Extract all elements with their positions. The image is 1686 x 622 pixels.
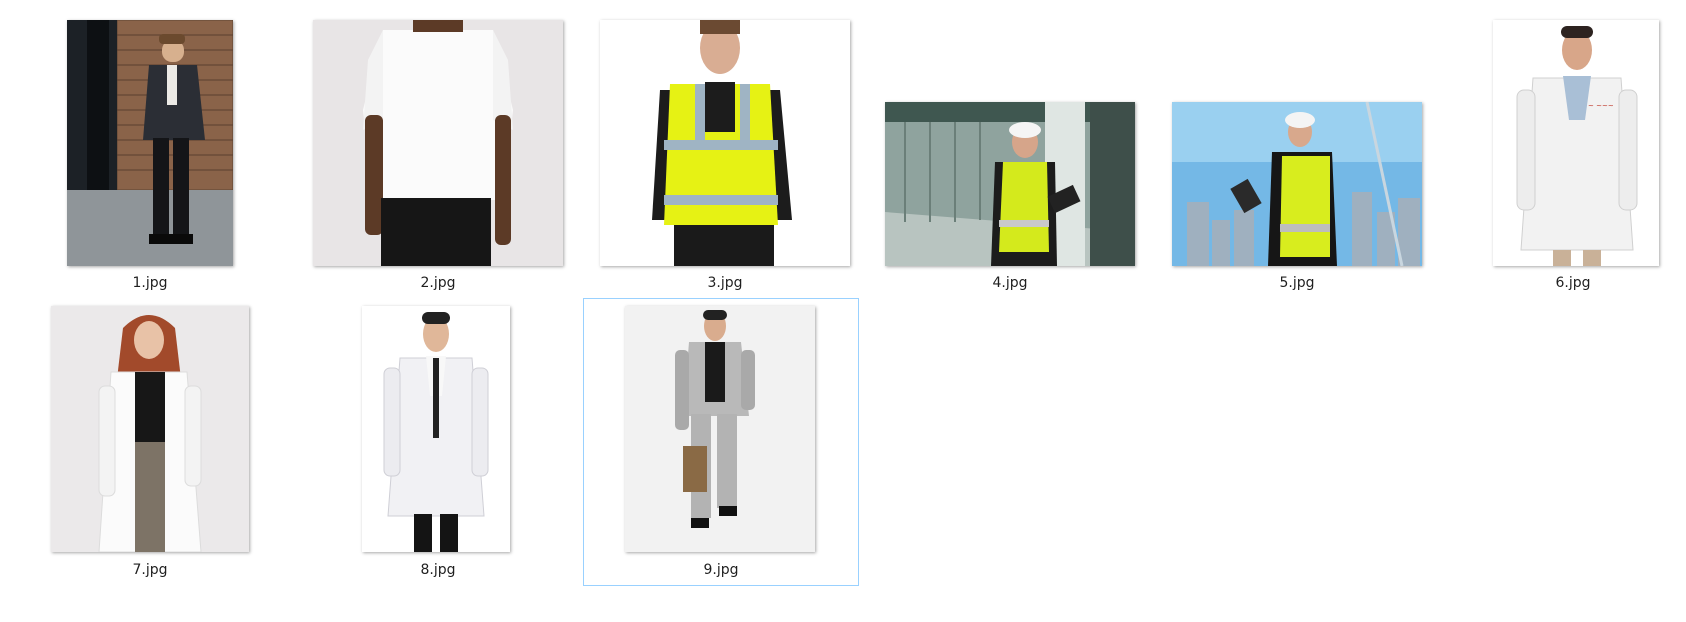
file-name-label: 4.jpg (992, 275, 1028, 291)
file-item-2[interactable]: 2.jpg (303, 8, 573, 296)
file-item-1[interactable]: 1.jpg (40, 8, 260, 296)
file-item-9[interactable]: 9.jpg (583, 298, 859, 586)
file-item-7[interactable]: 7.jpg (40, 296, 260, 586)
thumbnail-9 (625, 306, 815, 552)
svg-text:~ ~~~: ~ ~~~ (1588, 102, 1614, 110)
file-name-label: 5.jpg (1279, 275, 1315, 291)
file-item-3[interactable]: 3.jpg (590, 8, 860, 296)
file-item-5[interactable]: 5.jpg (1162, 8, 1432, 296)
thumbnail-6: ~ ~~~ (1493, 20, 1659, 266)
file-item-8[interactable]: 8.jpg (303, 296, 573, 586)
thumbnail-1 (67, 20, 233, 266)
file-name-label: 7.jpg (132, 562, 168, 578)
thumbnail-3 (600, 20, 850, 266)
file-name-label: 2.jpg (420, 275, 456, 291)
file-name-label: 9.jpg (703, 562, 739, 578)
thumbnail-7 (51, 306, 249, 552)
file-name-label: 6.jpg (1555, 275, 1591, 291)
thumbnail-8 (362, 306, 510, 552)
file-item-6[interactable]: ~ ~~~ 6.jpg (1463, 8, 1683, 296)
thumbnail-4 (885, 102, 1135, 266)
file-item-4[interactable]: 4.jpg (875, 8, 1145, 296)
thumbnail-5 (1172, 102, 1422, 266)
file-name-label: 3.jpg (707, 275, 743, 291)
file-name-label: 8.jpg (420, 562, 456, 578)
thumbnail-2 (313, 20, 563, 266)
file-name-label: 1.jpg (132, 275, 168, 291)
